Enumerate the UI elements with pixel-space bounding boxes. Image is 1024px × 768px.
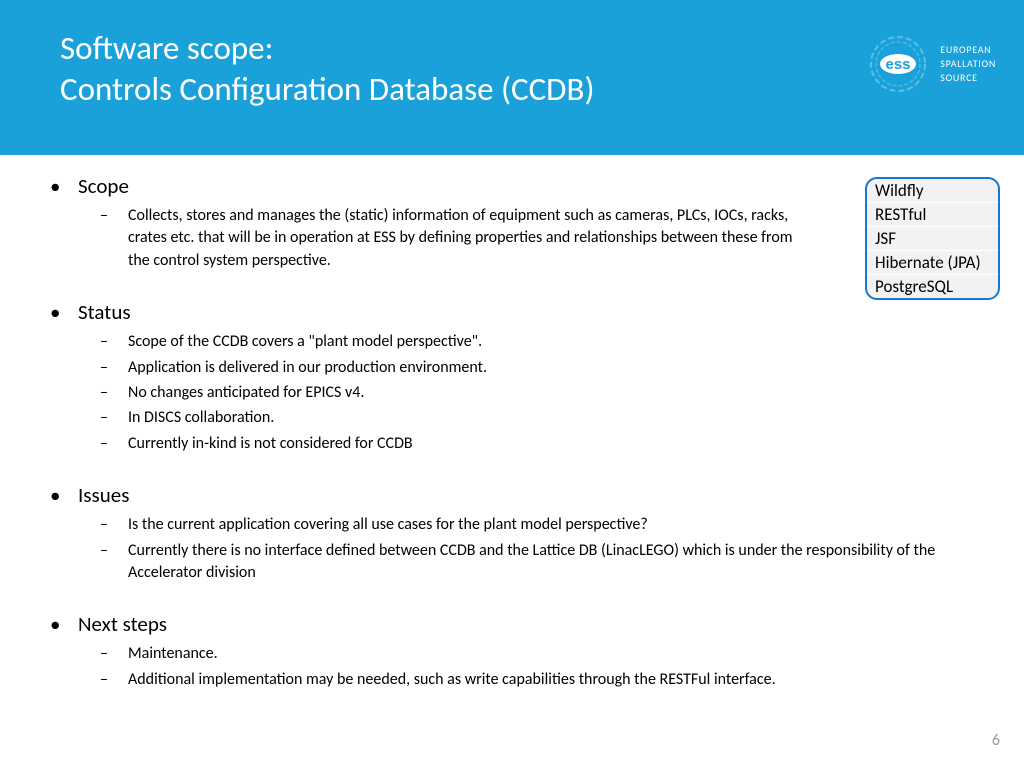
scope-list: Collects, stores and manages the (static…	[128, 205, 798, 275]
list-item: In DISCS collaboration.	[128, 407, 994, 432]
next-steps-list: Maintenance. Additional implementation m…	[128, 643, 994, 694]
list-item: Is the current application covering all …	[128, 514, 994, 539]
issues-list: Is the current application covering all …	[128, 514, 994, 587]
section-heading-status: Status	[78, 299, 994, 325]
list-item: Application is delivered in our producti…	[128, 357, 994, 382]
logo-block: ess EUROPEAN SPALLATION SOURCE	[866, 32, 996, 96]
list-item: Additional implementation may be needed,…	[128, 669, 994, 694]
title-line-2: Controls Configuration Database (CCDB)	[60, 69, 964, 110]
svg-text:ess: ess	[886, 56, 911, 73]
list-item: Collects, stores and manages the (static…	[128, 205, 798, 275]
org-line-2: SPALLATION	[940, 57, 996, 71]
ess-logo-icon: ess	[866, 32, 930, 96]
section-heading-scope: Scope	[78, 173, 994, 199]
list-item: Maintenance.	[128, 643, 994, 668]
list-item: Currently there is no interface defined …	[128, 540, 994, 588]
section-heading-issues: Issues	[78, 482, 994, 508]
slide-content: Scope Collects, stores and manages the (…	[0, 155, 1024, 694]
list-item: Currently in-kind is not considered for …	[128, 433, 994, 458]
org-line-3: SOURCE	[940, 71, 996, 85]
title-line-1: Software scope:	[60, 28, 964, 69]
page-number: 6	[992, 731, 1000, 750]
org-name: EUROPEAN SPALLATION SOURCE	[940, 43, 996, 85]
org-line-1: EUROPEAN	[940, 43, 996, 57]
slide-header: Software scope: Controls Configuration D…	[0, 0, 1024, 155]
section-heading-next-steps: Next steps	[78, 611, 994, 637]
list-item: Scope of the CCDB covers a "plant model …	[128, 331, 994, 356]
status-list: Scope of the CCDB covers a "plant model …	[128, 331, 994, 458]
list-item: No changes anticipated for EPICS v4.	[128, 382, 994, 407]
